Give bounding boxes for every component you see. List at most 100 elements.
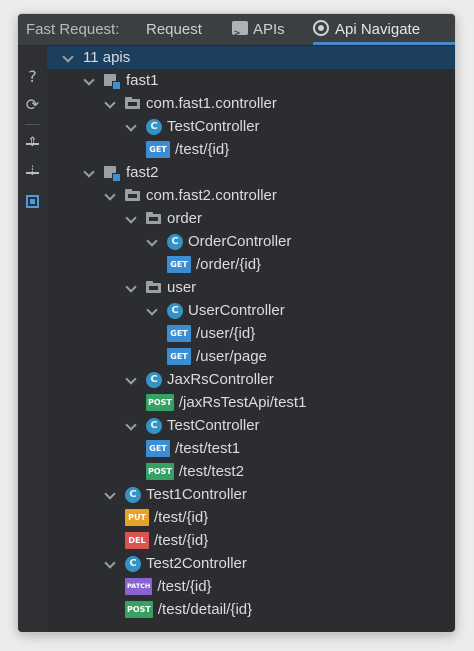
http-method-badge: PATCH bbox=[125, 578, 153, 595]
api-row[interactable]: PUT/test/{id} bbox=[47, 506, 455, 529]
tree-node-package[interactable]: user bbox=[47, 276, 455, 299]
http-method-badge: GET bbox=[146, 141, 170, 158]
fast-request-panel: Fast Request: Request APIs Api Navigate … bbox=[18, 14, 455, 632]
chevron-down-icon[interactable] bbox=[125, 276, 137, 299]
class-icon: C bbox=[125, 486, 141, 503]
api-row[interactable]: GET/order/{id} bbox=[47, 253, 455, 276]
http-method-badge: DEL bbox=[125, 532, 149, 549]
tab-apis[interactable]: APIs bbox=[232, 14, 285, 49]
package-folder-icon bbox=[125, 97, 141, 110]
api-path-label: /test/{id} bbox=[157, 578, 212, 595]
api-row[interactable]: POST/test/test2 bbox=[47, 460, 455, 483]
tree-node-package[interactable]: com.fast1.controller bbox=[47, 92, 455, 115]
tree-node-module[interactable]: fast2 bbox=[47, 161, 455, 184]
chevron-down-icon[interactable] bbox=[146, 230, 158, 253]
http-method-badge: GET bbox=[167, 348, 191, 365]
collapse-all-icon[interactable] bbox=[22, 161, 43, 183]
tree-node-class[interactable]: C Test2Controller bbox=[47, 552, 455, 575]
api-row[interactable]: POST/test/detail/{id} bbox=[47, 598, 455, 621]
tree-node-label: fast1 bbox=[126, 72, 159, 89]
package-folder-icon bbox=[125, 189, 141, 202]
tree-node-label: com.fast1.controller bbox=[146, 95, 277, 112]
chevron-down-icon[interactable] bbox=[62, 46, 74, 69]
class-icon: C bbox=[167, 302, 183, 319]
api-path-label: /user/page bbox=[196, 348, 267, 365]
tree-node-class[interactable]: C TestController bbox=[47, 115, 455, 138]
api-path-label: /test/{id} bbox=[154, 532, 209, 549]
api-path-label: /test/test1 bbox=[175, 440, 241, 457]
http-method-badge: POST bbox=[146, 394, 174, 411]
tree-node-root[interactable]: 11 apis bbox=[47, 46, 455, 69]
expand-all-icon[interactable] bbox=[22, 132, 43, 154]
api-path-label: /jaxRsTestApi/test1 bbox=[178, 394, 307, 411]
tab-request[interactable]: Request bbox=[146, 14, 202, 45]
chevron-down-icon[interactable] bbox=[146, 299, 158, 322]
api-path-label: /test/detail/{id} bbox=[157, 601, 253, 618]
api-path-label: /test/{id} bbox=[175, 141, 230, 158]
tree-node-label: OrderController bbox=[188, 233, 292, 250]
tree-node-label: user bbox=[167, 279, 197, 296]
refresh-icon[interactable]: ⟳ bbox=[22, 94, 43, 115]
module-icon bbox=[104, 73, 121, 90]
api-path-label: /order/{id} bbox=[196, 256, 262, 273]
http-method-badge: GET bbox=[167, 325, 191, 342]
api-path-label: /test/{id} bbox=[154, 509, 209, 526]
tool-window-title: Fast Request: bbox=[26, 21, 120, 38]
http-method-badge: GET bbox=[167, 256, 191, 273]
api-row[interactable]: PATCH/test/{id} bbox=[47, 575, 455, 598]
class-icon: C bbox=[146, 371, 162, 388]
chevron-down-icon[interactable] bbox=[125, 368, 137, 391]
tree-node-class[interactable]: C TestController bbox=[47, 414, 455, 437]
module-icon bbox=[104, 165, 121, 182]
http-method-badge: GET bbox=[146, 440, 170, 457]
api-tree: 11 apis fast1 com.fast1.controller C TestCon… bbox=[47, 46, 455, 632]
tree-node-class[interactable]: C Test1Controller bbox=[47, 483, 455, 506]
tree-node-class[interactable]: C JaxRsController bbox=[47, 368, 455, 391]
tree-node-label: Test2Controller bbox=[146, 555, 247, 572]
http-method-badge: PUT bbox=[125, 509, 149, 526]
tree-node-module[interactable]: fast1 bbox=[47, 69, 455, 92]
api-row[interactable]: GET/test/{id} bbox=[47, 138, 455, 161]
tree-node-class[interactable]: C OrderController bbox=[47, 230, 455, 253]
chevron-down-icon[interactable] bbox=[83, 161, 95, 184]
help-icon[interactable]: ? bbox=[22, 66, 43, 87]
package-folder-icon bbox=[146, 212, 162, 225]
chevron-down-icon[interactable] bbox=[83, 69, 95, 92]
toolbar-divider bbox=[25, 124, 40, 125]
api-row[interactable]: DEL/test/{id} bbox=[47, 529, 455, 552]
api-row[interactable]: GET/user/page bbox=[47, 345, 455, 368]
chevron-down-icon[interactable] bbox=[125, 207, 137, 230]
side-toolbar: ? ⟳ bbox=[18, 46, 47, 632]
class-icon: C bbox=[146, 417, 162, 434]
class-icon: C bbox=[167, 233, 183, 250]
tree-node-label: UserController bbox=[188, 302, 285, 319]
radio-icon bbox=[313, 20, 329, 36]
chevron-down-icon[interactable] bbox=[104, 92, 116, 115]
http-method-badge: POST bbox=[146, 463, 174, 480]
api-row[interactable]: POST/jaxRsTestApi/test1 bbox=[47, 391, 455, 414]
tree-node-label: fast2 bbox=[126, 164, 159, 181]
api-row[interactable]: GET/user/{id} bbox=[47, 322, 455, 345]
tree-node-label: TestController bbox=[167, 417, 260, 434]
tree-node-label: JaxRsController bbox=[167, 371, 274, 388]
tree-node-label: Test1Controller bbox=[146, 486, 247, 503]
chevron-down-icon[interactable] bbox=[104, 483, 116, 506]
api-path-label: /test/test2 bbox=[178, 463, 244, 480]
class-icon: C bbox=[125, 555, 141, 572]
http-method-badge: POST bbox=[125, 601, 153, 618]
tree-node-label: 11 apis bbox=[83, 49, 131, 66]
chevron-down-icon[interactable] bbox=[104, 552, 116, 575]
tab-api-navigate[interactable]: Api Navigate bbox=[313, 14, 455, 45]
active-tab-indicator bbox=[313, 42, 455, 45]
tree-node-package[interactable]: order bbox=[47, 207, 455, 230]
chevron-down-icon[interactable] bbox=[125, 115, 137, 138]
tab-apis-label: APIs bbox=[253, 21, 285, 38]
locate-icon[interactable] bbox=[22, 191, 43, 212]
tree-node-class[interactable]: C UserController bbox=[47, 299, 455, 322]
chevron-down-icon[interactable] bbox=[104, 184, 116, 207]
tree-node-package[interactable]: com.fast2.controller bbox=[47, 184, 455, 207]
api-row[interactable]: GET/test/test1 bbox=[47, 437, 455, 460]
tool-window-header: Fast Request: Request APIs Api Navigate bbox=[18, 14, 455, 49]
chevron-down-icon[interactable] bbox=[125, 414, 137, 437]
tree-node-label: com.fast2.controller bbox=[146, 187, 277, 204]
